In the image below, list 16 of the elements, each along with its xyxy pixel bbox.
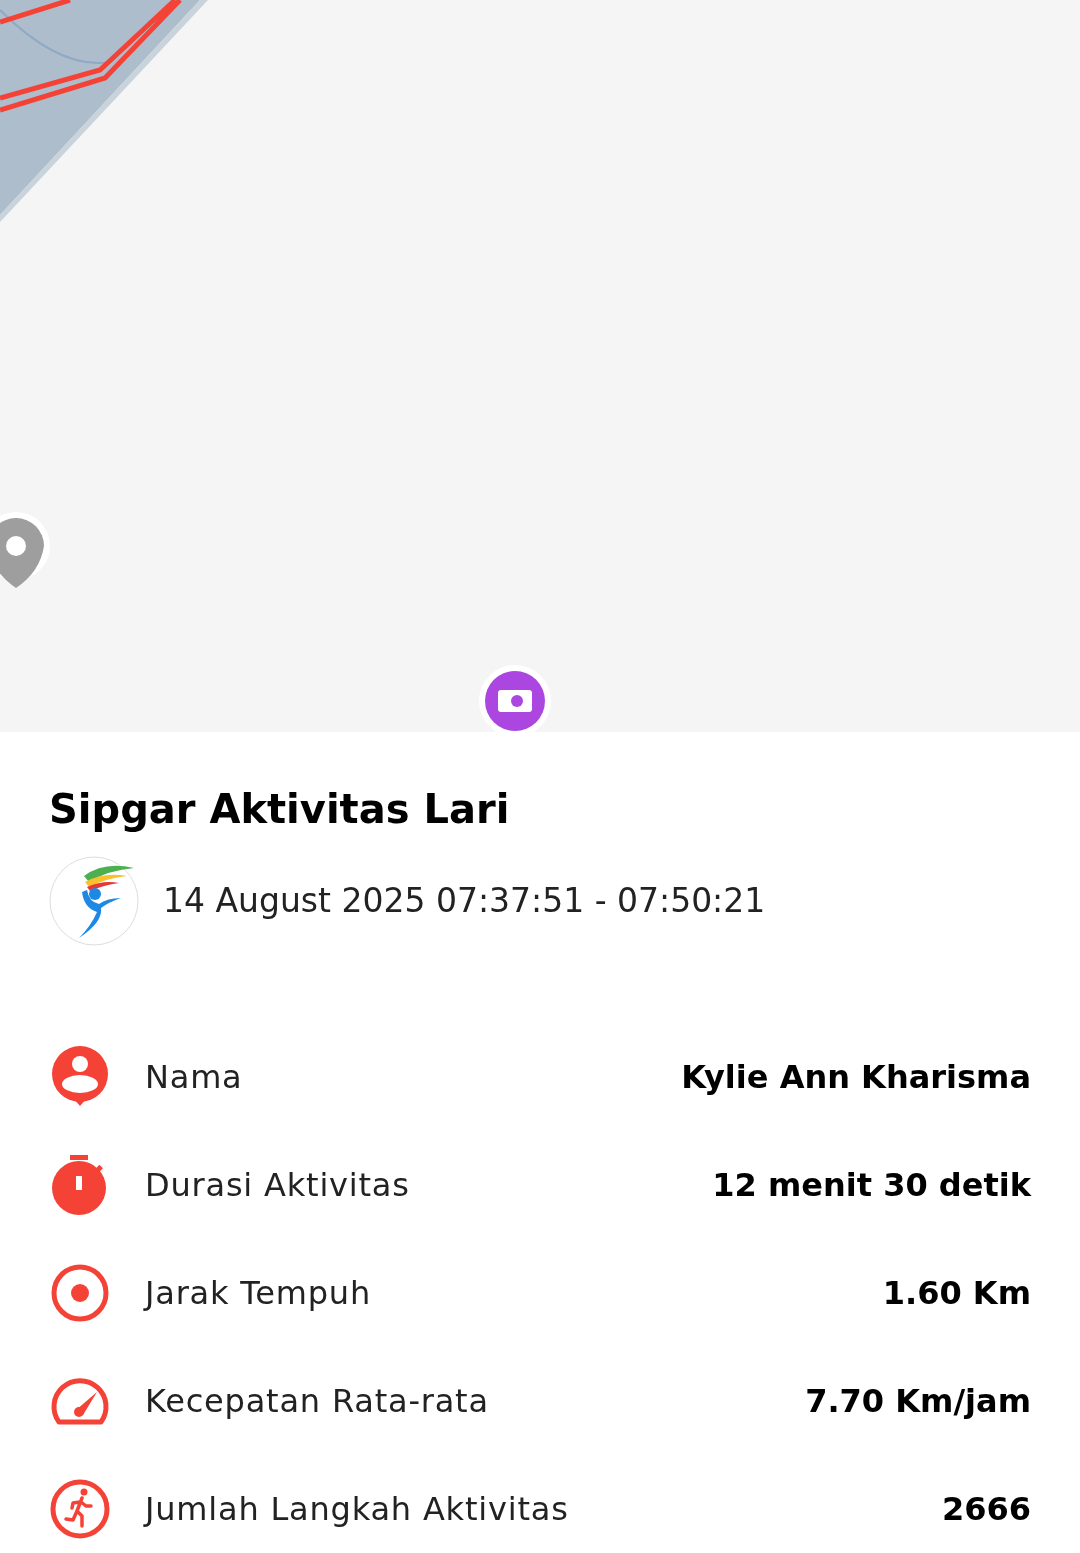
stat-label: Jarak Tempuh: [145, 1273, 371, 1314]
stat-value: 2666: [941, 1489, 1031, 1530]
stat-value: 7.70 Km/jam: [805, 1381, 1031, 1422]
person-pin-icon: [49, 1046, 111, 1108]
activity-title: Sipgar Aktivitas Lari: [49, 785, 511, 834]
stat-label: Nama: [145, 1057, 243, 1098]
target-icon: [49, 1262, 111, 1324]
stat-label: Durasi Aktivitas: [145, 1165, 410, 1206]
running-icon: [49, 1478, 111, 1540]
stat-value: 1.60 Km: [882, 1273, 1031, 1314]
stat-label: Jumlah Langkah Aktivitas: [145, 1489, 569, 1530]
stat-value: 12 menit 30 detik: [712, 1165, 1031, 1206]
runner-logo-icon: [49, 856, 139, 946]
stat-label: Kecepatan Rata-rata: [145, 1381, 489, 1422]
activity-time-range: 14 August 2025 07:37:51 - 07:50:21: [163, 880, 766, 923]
stat-value: Kylie Ann Kharisma: [681, 1057, 1031, 1098]
